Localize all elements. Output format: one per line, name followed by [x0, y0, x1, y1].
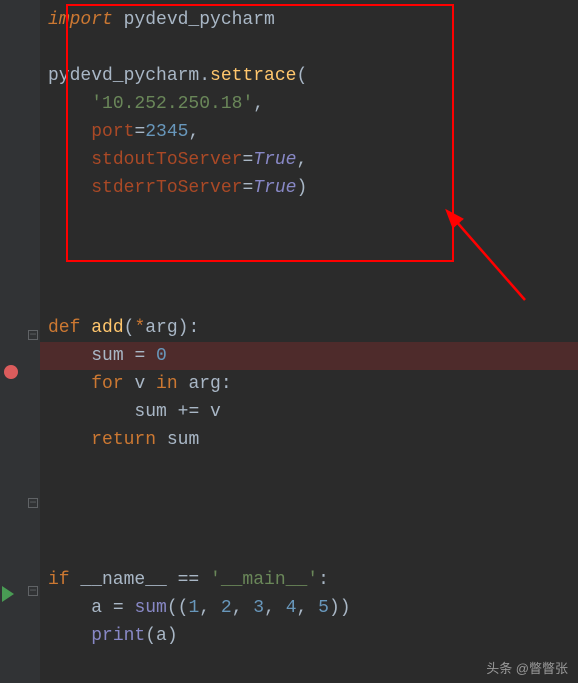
code-line[interactable] [40, 454, 578, 482]
string-literal: '10.252.250.18' [91, 94, 253, 114]
punctuation: . [199, 66, 210, 86]
fold-marker-icon[interactable]: − [28, 586, 38, 596]
punctuation: (( [167, 598, 189, 618]
identifier: a [91, 598, 113, 618]
punctuation: , [253, 94, 264, 114]
code-line[interactable]: def add(*arg): [40, 314, 578, 342]
number-literal: 4 [286, 598, 297, 618]
operator: = [134, 122, 145, 142]
code-line[interactable]: a = sum((1, 2, 3, 4, 5)) [40, 594, 578, 622]
punctuation: ) [167, 626, 178, 646]
code-line[interactable] [40, 510, 578, 538]
number-literal: 0 [156, 346, 167, 366]
string-literal: '__main__' [210, 570, 318, 590]
operator: = [242, 150, 253, 170]
punctuation: : [318, 570, 329, 590]
punctuation: , [199, 598, 221, 618]
identifier: sum [167, 430, 199, 450]
code-area[interactable]: import pydevd_pycharm pydevd_pycharm.set… [40, 0, 578, 683]
code-line[interactable] [40, 34, 578, 62]
code-line[interactable] [40, 538, 578, 566]
keyword-return: return [91, 430, 167, 450]
code-line[interactable]: pydevd_pycharm.settrace( [40, 62, 578, 90]
code-line-breakpoint[interactable]: sum = 0 [40, 342, 578, 370]
identifier: v [210, 402, 221, 422]
keyword-in: in [156, 374, 188, 394]
identifier: v [134, 374, 156, 394]
fold-marker-icon[interactable]: − [28, 498, 38, 508]
breakpoint-icon[interactable] [4, 365, 18, 379]
constant-true: True [253, 178, 296, 198]
code-line[interactable]: stderrToServer=True) [40, 174, 578, 202]
module-name: pydevd_pycharm [113, 10, 275, 30]
keyword-for: for [91, 374, 134, 394]
punctuation: , [264, 598, 286, 618]
keyword-arg: port [91, 122, 134, 142]
keyword-arg: stderrToServer [91, 178, 242, 198]
keyword-def: def [48, 318, 91, 338]
code-line[interactable] [40, 482, 578, 510]
operator: = [113, 598, 135, 618]
operator: == [178, 570, 210, 590]
code-line[interactable]: import pydevd_pycharm [40, 6, 578, 34]
keyword-arg: stdoutToServer [91, 150, 242, 170]
punctuation: , [232, 598, 254, 618]
identifier: sum [134, 402, 177, 422]
function-name: add [91, 318, 123, 338]
code-line[interactable]: sum += v [40, 398, 578, 426]
number-literal: 3 [253, 598, 264, 618]
identifier: arg [188, 374, 220, 394]
code-line[interactable]: '10.252.250.18', [40, 90, 578, 118]
code-editor[interactable]: − − − import pydevd_pycharm pydevd_pycha… [0, 0, 578, 683]
number-literal: 5 [318, 598, 329, 618]
constant-true: True [253, 150, 296, 170]
punctuation: , [297, 598, 319, 618]
identifier: pydevd_pycharm [48, 66, 199, 86]
run-gutter-icon[interactable] [2, 586, 14, 602]
code-line[interactable] [40, 230, 578, 258]
operator-star: * [134, 318, 145, 338]
keyword-import: import [48, 10, 113, 30]
dunder-name: __name__ [80, 570, 177, 590]
function-call: settrace [210, 66, 296, 86]
code-line[interactable]: return sum [40, 426, 578, 454]
code-line[interactable] [40, 286, 578, 314]
punctuation: , [188, 122, 199, 142]
number-literal: 2345 [145, 122, 188, 142]
code-line[interactable]: port=2345, [40, 118, 578, 146]
punctuation: )) [329, 598, 351, 618]
punctuation: ( [145, 626, 156, 646]
punctuation: ) [296, 178, 307, 198]
editor-gutter[interactable]: − − − [0, 0, 40, 683]
watermark-text: 头条 @瞥瞥张 [486, 658, 568, 677]
punctuation: ) [178, 318, 189, 338]
identifier: a [156, 626, 167, 646]
operator: = [242, 178, 253, 198]
builtin-call: print [91, 626, 145, 646]
code-line[interactable]: if __name__ == '__main__': [40, 566, 578, 594]
code-line[interactable]: print(a) [40, 622, 578, 650]
builtin-call: sum [134, 598, 166, 618]
punctuation: : [188, 318, 199, 338]
code-line[interactable]: for v in arg: [40, 370, 578, 398]
code-line[interactable]: stdoutToServer=True, [40, 146, 578, 174]
operator: += [178, 402, 210, 422]
punctuation: ( [296, 66, 307, 86]
number-literal: 1 [188, 598, 199, 618]
keyword-if: if [48, 570, 80, 590]
number-literal: 2 [221, 598, 232, 618]
fold-marker-icon[interactable]: − [28, 330, 38, 340]
identifier: sum [91, 346, 134, 366]
parameter: arg [145, 318, 177, 338]
code-line[interactable] [40, 258, 578, 286]
punctuation: ( [124, 318, 135, 338]
operator: = [134, 346, 156, 366]
punctuation: : [221, 374, 232, 394]
punctuation: , [296, 150, 307, 170]
code-line[interactable] [40, 202, 578, 230]
